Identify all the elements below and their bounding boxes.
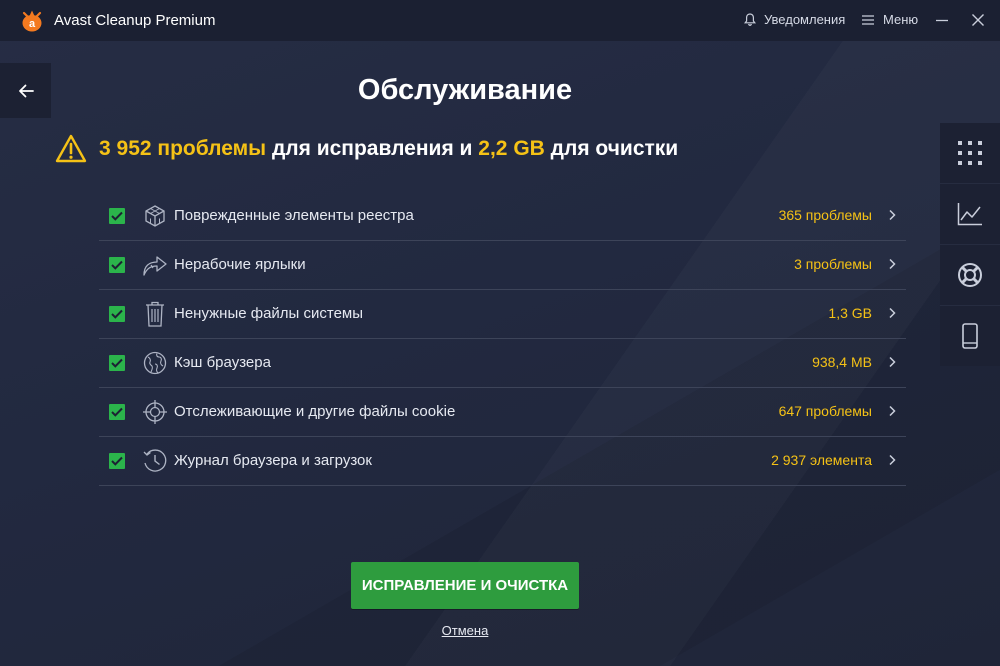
lifebuoy-icon	[958, 263, 982, 287]
line-chart-icon	[957, 203, 982, 226]
list-item[interactable]: Поврежденные элементы реестра 365 пробле…	[99, 192, 906, 241]
fix-and-clean-button[interactable]: ИСПРАВЛЕНИЕ И ОЧИСТКА	[351, 562, 579, 609]
list-item[interactable]: Кэш браузера 938,4 MB	[99, 339, 906, 388]
item-label: Журнал браузера и загрузок	[174, 452, 372, 469]
side-support-button[interactable]	[940, 245, 1000, 306]
item-value: 3 проблемы	[794, 256, 872, 272]
chevron-right-icon	[889, 454, 896, 466]
checkmark-icon	[111, 309, 123, 319]
item-value: 2 937 элемента	[771, 452, 872, 468]
issues-list: Поврежденные элементы реестра 365 пробле…	[99, 192, 906, 486]
menu-label: Меню	[883, 12, 919, 27]
summary-problems-count: 3 952 проблемы	[99, 137, 267, 160]
trash-icon	[146, 301, 164, 327]
chevron-right-icon	[889, 209, 896, 221]
side-mobile-button[interactable]	[940, 306, 1000, 366]
item-checkbox[interactable]	[109, 355, 125, 371]
svg-text:a: a	[29, 18, 36, 30]
grid-icon	[958, 141, 982, 165]
title-bar: a Avast Cleanup Premium Уведомления Меню	[0, 0, 1000, 41]
chevron-right-icon	[889, 258, 896, 270]
crosshair-icon	[143, 400, 167, 424]
item-label: Поврежденные элементы реестра	[174, 207, 414, 224]
item-checkbox[interactable]	[109, 257, 125, 273]
checkmark-icon	[111, 211, 123, 221]
menu-button[interactable]: Меню	[862, 12, 918, 27]
item-value: 1,3 GB	[828, 305, 872, 321]
summary-text-2: для очистки	[544, 137, 679, 160]
item-value: 365 проблемы	[778, 207, 872, 223]
list-item[interactable]: Ненужные файлы системы 1,3 GB	[99, 290, 906, 339]
item-checkbox[interactable]	[109, 208, 125, 224]
close-icon	[972, 14, 984, 26]
item-value: 938,4 MB	[812, 354, 872, 370]
summary-size: 2,2 GB	[478, 137, 545, 160]
globe-icon	[143, 351, 167, 375]
item-label: Нерабочие ярлыки	[174, 256, 306, 273]
checkmark-icon	[111, 358, 123, 368]
warning-icon	[55, 134, 87, 163]
side-apps-grid-button[interactable]	[940, 123, 1000, 184]
hamburger-icon	[862, 14, 874, 25]
cancel-link[interactable]: Отмена	[0, 623, 930, 638]
item-checkbox[interactable]	[109, 404, 125, 420]
chevron-right-icon	[889, 307, 896, 319]
item-label: Ненужные файлы системы	[174, 305, 364, 322]
summary-text-1: для исправления и	[266, 137, 479, 160]
item-checkbox[interactable]	[109, 453, 125, 469]
item-checkbox[interactable]	[109, 306, 125, 322]
chevron-right-icon	[889, 356, 896, 368]
checkmark-icon	[111, 456, 123, 466]
app-title: Avast Cleanup Premium	[54, 12, 216, 29]
bell-icon	[744, 13, 756, 26]
item-value: 647 проблемы	[778, 403, 872, 419]
list-item[interactable]: Нерабочие ярлыки 3 проблемы	[99, 241, 906, 290]
avast-logo-icon: a	[22, 10, 42, 32]
list-item[interactable]: Журнал браузера и загрузок 2 937 элемент…	[99, 437, 906, 486]
history-clock-icon	[143, 449, 167, 472]
chevron-right-icon	[889, 405, 896, 417]
side-performance-button[interactable]	[940, 184, 1000, 245]
item-label: Отслеживающие и другие файлы cookie	[174, 403, 456, 420]
minimize-icon	[936, 19, 948, 22]
broken-shortcut-icon	[143, 256, 167, 276]
item-label: Кэш браузера	[174, 354, 271, 371]
checkmark-icon	[111, 407, 123, 417]
page-title: Обслуживание	[357, 74, 573, 106]
minimize-button[interactable]	[931, 9, 953, 31]
summary-line: 3 952 проблемы для исправления и 2,2 GB …	[55, 133, 678, 165]
side-panel	[940, 123, 1000, 366]
notifications-button[interactable]: Уведомления	[744, 12, 845, 27]
smartphone-icon	[962, 323, 978, 349]
registry-cube-icon	[145, 205, 165, 227]
list-item[interactable]: Отслеживающие и другие файлы cookie 647 …	[99, 388, 906, 437]
checkmark-icon	[111, 260, 123, 270]
close-button[interactable]	[967, 9, 989, 31]
app-window: a Avast Cleanup Premium Уведомления Меню	[0, 0, 1000, 666]
notifications-label: Уведомления	[764, 12, 846, 27]
